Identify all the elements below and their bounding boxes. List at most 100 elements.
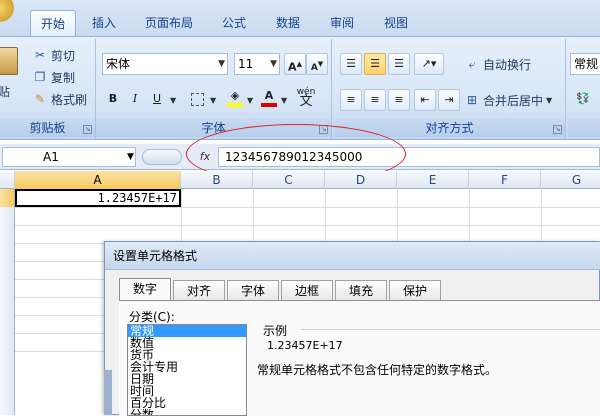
scissors-icon: ✂ [34,48,46,62]
align-top-button[interactable]: ☰ [340,53,362,75]
phonetic-char-icon: 文 [299,94,313,109]
underline-dropdown-icon[interactable]: ▼ [170,96,176,105]
sample-label: 示例 [263,324,288,338]
row-gridline [15,333,105,334]
column-header-g[interactable]: G [541,171,600,189]
category-list[interactable]: 常规 数值 货币 会计专用 日期 时间 百分比 分数 [127,324,247,416]
bold-button[interactable]: B [102,89,124,111]
wrap-text-button[interactable]: ⤶ 自动换行 [464,54,531,74]
align-bottom-icon: ☰ [394,57,404,70]
formula-bar-divider-handle[interactable] [142,149,182,165]
font-color-dropdown-icon[interactable]: ▼ [281,96,287,105]
align-center-icon: ≡ [370,93,380,106]
tab-number[interactable]: 数字 [119,278,171,301]
align-middle-button[interactable]: ☰ [364,53,386,75]
column-header-b[interactable]: B [181,171,253,189]
tab-formulas[interactable]: 公式 [214,10,254,36]
borders-dropdown-icon[interactable]: ▼ [210,96,216,105]
font-color-button[interactable]: A [258,89,280,111]
category-label: 分类(C): [129,310,175,324]
col-gridline [253,189,254,241]
column-header-a[interactable]: A [15,171,181,189]
decrease-indent-button[interactable]: ⇤ [414,89,436,111]
col-gridline [181,189,182,241]
cut-label: 剪切 [51,48,76,63]
row-gridline [15,243,105,244]
tab-border[interactable]: 边框 [281,280,333,300]
chevron-down-icon: ▼ [218,59,225,69]
ribbon-tab-bar: 开始 插入 页面布局 公式 数据 审阅 视图 [0,0,600,36]
shrink-font-button[interactable]: A▼ [306,53,328,75]
bold-label: B [108,92,118,105]
cell-a1[interactable]: 1.23457E+17 [15,189,181,207]
tab-review[interactable]: 审阅 [322,10,362,36]
font-color-bar [261,103,277,107]
row-gridline [15,279,105,280]
borders-button[interactable] [186,89,208,111]
fill-color-button[interactable]: ◈ [224,89,246,111]
paint-bucket-icon: ◈ [230,89,240,102]
underline-label: U [152,92,162,105]
copy-icon: ❐ [34,70,46,84]
phonetic-button[interactable]: wén 文 [292,87,320,109]
col-gridline [469,189,470,241]
column-header-c[interactable]: C [253,171,325,189]
copy-button[interactable]: ❐ 复制 [32,67,75,87]
merge-center-button[interactable]: ⊞ 合并后居中 ▼ [464,90,552,110]
row-header-1-selected[interactable] [0,189,14,207]
font-name-combo[interactable]: 宋体 ▼ [102,53,228,75]
align-middle-icon: ☰ [370,57,380,70]
paste-button[interactable]: 粘贴 [0,43,24,103]
font-name-value: 宋体 [106,57,131,71]
merge-center-label: 合并后居中 [483,93,544,108]
number-format-combo[interactable]: 常规 [570,53,600,75]
format-painter-label: 格式刷 [51,92,88,107]
number-group: 常规 💱 [568,39,600,139]
tab-page-layout[interactable]: 页面布局 [138,10,200,36]
name-box[interactable]: A1 ▼ [2,147,136,167]
tab-home[interactable]: 开始 [30,10,76,36]
tab-font[interactable]: 字体 [227,280,279,300]
align-left-button[interactable]: ≡ [340,89,362,111]
fill-dropdown-icon[interactable]: ▼ [247,96,253,105]
row-gridline [15,315,105,316]
column-header-d[interactable]: D [325,171,397,189]
tab-protection[interactable]: 保护 [389,280,441,300]
align-center-button[interactable]: ≡ [364,89,386,111]
clipboard-dialog-launcher-icon[interactable]: ↘ [83,125,92,134]
underline-button[interactable]: U [146,89,168,111]
align-bottom-button[interactable]: ☰ [388,53,410,75]
alignment-dialog-launcher-icon[interactable]: ↘ [553,125,562,134]
chevron-down-icon[interactable]: ▼ [127,148,134,166]
increase-indent-button[interactable]: ⇥ [438,89,460,111]
font-size-value: 11 [238,57,254,71]
grow-font-button[interactable]: A▲ [284,53,306,75]
grow-font-label: A [288,60,297,74]
column-header-f[interactable]: F [469,171,541,189]
column-header-e[interactable]: E [397,171,469,189]
format-painter-button[interactable]: ✎ 格式刷 [32,89,87,109]
dialog-title[interactable]: 设置单元格格式 [105,242,600,270]
tab-fill[interactable]: 填充 [335,280,387,300]
font-size-combo[interactable]: 11 ▼ [234,53,280,75]
tab-insert[interactable]: 插入 [84,10,124,36]
office-button[interactable] [0,0,14,22]
cut-button[interactable]: ✂ 剪切 [32,45,75,65]
wrap-text-label: 自动换行 [483,57,532,72]
tab-data[interactable]: 数据 [268,10,308,36]
orientation-button[interactable]: ↗▾ [414,53,444,75]
tab-alignment[interactable]: 对齐 [173,280,225,300]
name-box-value: A1 [43,150,59,164]
italic-button[interactable]: I [124,89,146,111]
chevron-down-icon: ▼ [270,59,277,69]
row-header-column[interactable] [0,189,15,415]
tab-view[interactable]: 视图 [376,10,416,36]
fill-color-bar [227,103,243,107]
column-header-row: A B C D E F G [0,171,600,189]
clipboard-group-label: 剪贴板 [0,119,95,137]
dialog-left-edge [104,370,112,415]
select-all-corner[interactable] [0,171,15,189]
accounting-format-button[interactable]: 💱 [572,89,594,111]
shrink-font-label: A [310,63,318,73]
align-right-button[interactable]: ≡ [388,89,410,111]
